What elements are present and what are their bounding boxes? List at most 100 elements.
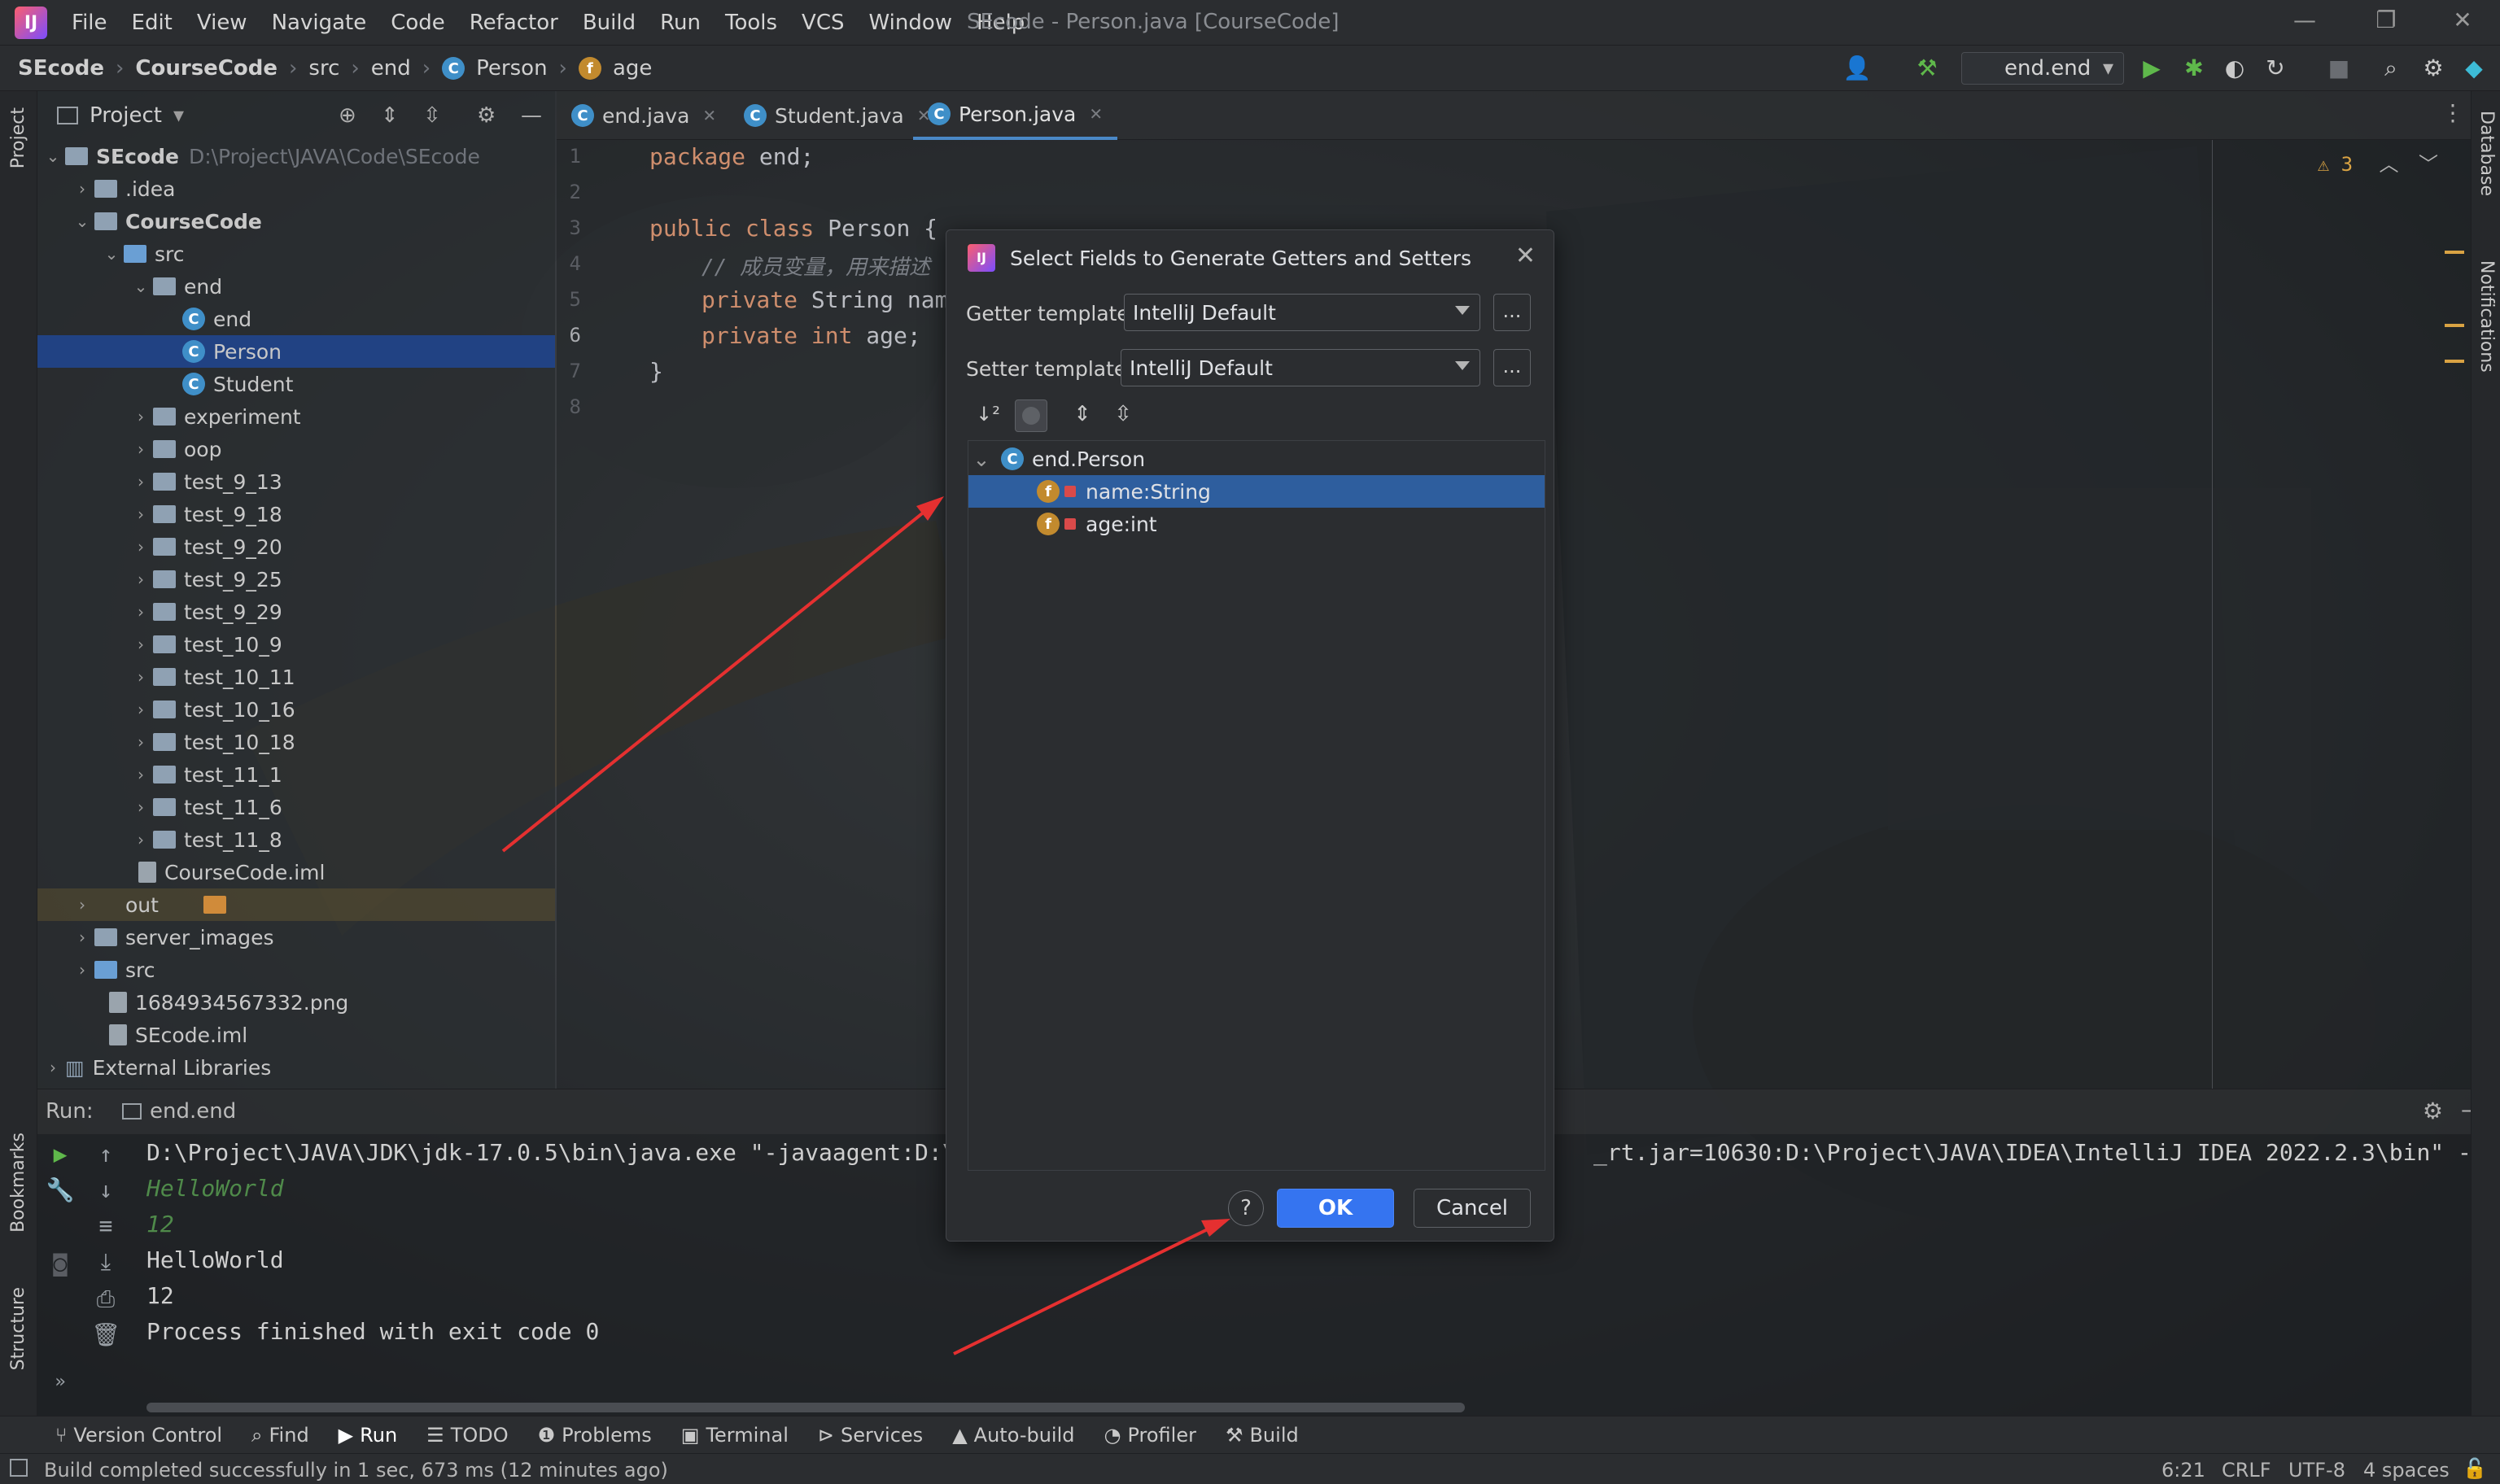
up-arrow-icon[interactable]: ↑ (88, 1141, 124, 1173)
cancel-button[interactable]: Cancel (1414, 1189, 1531, 1228)
menu-view[interactable]: View (197, 11, 247, 35)
toolbox-icon[interactable]: ◆ (2459, 54, 2489, 83)
gear-icon[interactable]: ⚙ (477, 103, 496, 128)
breadcrumb-src[interactable]: src (308, 56, 339, 81)
expand-more-icon[interactable]: » (42, 1372, 78, 1404)
run-configuration-select[interactable]: end.end ▾ (1961, 52, 2124, 85)
tree-node-package[interactable]: › test_10_9 (37, 628, 555, 661)
tree-node-out[interactable]: › out (37, 888, 555, 921)
print-icon[interactable]: ⎙ (88, 1285, 124, 1318)
warning-stripe[interactable] (2445, 360, 2464, 363)
caret-position[interactable]: 6:21 (2161, 1459, 2205, 1482)
auto-build-tool-button[interactable]: ▲ Auto-build (952, 1424, 1074, 1447)
tree-node-src[interactable]: ⌄ src (37, 238, 555, 270)
breadcrumb-package[interactable]: end (371, 56, 411, 81)
tree-node-package[interactable]: › test_10_16 (37, 693, 555, 726)
indent-setting[interactable]: 4 spaces (2363, 1459, 2450, 1482)
tree-node-student-class[interactable]: C Student (37, 368, 555, 400)
tree-node-end-class[interactable]: Cend (37, 303, 555, 335)
user-icon[interactable]: 👤 (1842, 54, 1872, 83)
field-age-item[interactable]: f age:int (968, 508, 1545, 540)
getter-template-select[interactable]: IntelliJ Default (1124, 294, 1480, 331)
horizontal-scrollbar[interactable] (146, 1403, 1465, 1412)
build-hammer-icon[interactable]: ⚒ (1912, 54, 1942, 83)
search-icon[interactable]: ⌕ (2376, 54, 2406, 83)
menu-run[interactable]: Run (660, 11, 701, 35)
tree-node-person-class[interactable]: C Person (37, 335, 555, 368)
breadcrumb-module[interactable]: CourseCode (135, 56, 278, 81)
structure-tool-button[interactable]: Structure (8, 1287, 28, 1370)
close-icon[interactable]: ✕ (1515, 242, 1536, 270)
tree-node-coursecode[interactable]: ⌄ CourseCode (37, 205, 555, 238)
profiler-tool-button[interactable]: ◔ Profiler (1104, 1424, 1196, 1447)
problems-tool-button[interactable]: ❶ Problems (538, 1424, 652, 1447)
more-tabs-icon[interactable]: ⋮ (2441, 99, 2464, 126)
close-tab-icon[interactable]: ✕ (1089, 104, 1103, 124)
todo-tool-button[interactable]: ☰ TODO (426, 1424, 508, 1447)
tree-node-iml-file[interactable]: CourseCode.iml (37, 856, 555, 888)
tab-end-java[interactable]: Cend.java ✕ (557, 91, 731, 140)
help-button[interactable]: ? (1228, 1190, 1264, 1226)
restore-icon[interactable]: ❐ (2368, 7, 2404, 39)
menu-edit[interactable]: Edit (132, 11, 173, 35)
tree-node-package[interactable]: › test_9_20 (37, 530, 555, 563)
settings-gear-icon[interactable]: ⚙ (2419, 54, 2448, 83)
warnings-indicator[interactable]: ⚠ 3 ︿ ﹀ (2318, 148, 2438, 177)
breadcrumb-project[interactable]: SEcode (18, 56, 104, 81)
close-tab-icon[interactable]: ✕ (702, 106, 716, 125)
minimize-icon[interactable]: — (2287, 7, 2323, 39)
breadcrumb-class[interactable]: Person (476, 56, 547, 81)
stop-icon[interactable]: ■ (2324, 54, 2354, 83)
setter-template-select[interactable]: IntelliJ Default (1121, 349, 1480, 386)
setter-template-edit-button[interactable]: ... (1493, 349, 1531, 386)
tree-node-package[interactable]: › test_11_8 (37, 823, 555, 856)
run-icon[interactable]: ▶ (2137, 54, 2166, 83)
tree-node-iml-file[interactable]: SEcode.iml (37, 1019, 555, 1051)
sort-alphabetically-icon[interactable]: ↓² (974, 398, 1002, 430)
tree-node-png-file[interactable]: 1684934567332.png (37, 986, 555, 1019)
database-tool-button[interactable]: Database (2476, 111, 2497, 196)
run-tool-button[interactable]: ▶ Run (339, 1424, 398, 1447)
warning-stripe[interactable] (2445, 251, 2464, 254)
tree-node-package[interactable]: › test_10_18 (37, 726, 555, 758)
collapse-all-icon[interactable]: ⇳ (1109, 398, 1137, 430)
tree-node-server-images[interactable]: › server_images (37, 921, 555, 954)
file-encoding[interactable]: UTF-8 (2288, 1459, 2345, 1482)
soft-wrap-icon[interactable]: ≡ (88, 1212, 124, 1245)
locate-icon[interactable]: ⊕ (339, 103, 356, 128)
tree-node-package[interactable]: › experiment (37, 400, 555, 433)
tree-node-src-root[interactable]: › src (37, 954, 555, 986)
menu-build[interactable]: Build (583, 11, 636, 35)
menu-window[interactable]: Window (869, 11, 953, 35)
clear-trash-icon[interactable]: 🗑 (88, 1321, 124, 1354)
hide-panel-icon[interactable]: — (521, 103, 542, 128)
tree-node-end-package[interactable]: ⌄ end (37, 270, 555, 303)
tree-node-root[interactable]: ⌄ SEcode D:\Project\JAVA\Code\SEcode (37, 140, 555, 172)
menu-tools[interactable]: Tools (725, 11, 777, 35)
ok-button[interactable]: OK (1277, 1189, 1394, 1228)
notifications-tool-button[interactable]: Notifications (2476, 260, 2497, 373)
tree-node-package[interactable]: › test_11_1 (37, 758, 555, 791)
collapse-all-icon[interactable]: ⇳ (423, 103, 441, 128)
version-control-tool-button[interactable]: ⑂ Version Control (55, 1424, 222, 1447)
next-highlight-icon[interactable]: ﹀ (2419, 153, 2438, 176)
tree-node-package[interactable]: › test_9_25 (37, 563, 555, 596)
status-panel-icon[interactable] (10, 1459, 28, 1477)
field-name-item[interactable]: f name:String (968, 475, 1545, 508)
close-window-icon[interactable]: ✕ (2445, 7, 2480, 39)
find-tool-button[interactable]: ⌕ Find (251, 1424, 309, 1447)
profile-icon[interactable]: ↻ (2261, 54, 2290, 83)
tree-node-package[interactable]: › test_10_11 (37, 661, 555, 693)
project-tool-button[interactable]: Project (8, 107, 28, 168)
project-view-select[interactable]: Project (90, 103, 162, 128)
getter-template-edit-button[interactable]: ... (1493, 294, 1531, 331)
services-tool-button[interactable]: ⊳ Services (818, 1424, 923, 1447)
terminal-tool-button[interactable]: ▣ Terminal (681, 1424, 789, 1447)
line-separator[interactable]: CRLF (2222, 1459, 2271, 1482)
bookmarks-tool-button[interactable]: Bookmarks (8, 1133, 28, 1233)
menu-code[interactable]: Code (391, 11, 445, 35)
run-settings-gear-icon[interactable]: ⚙ (2423, 1098, 2443, 1124)
tab-person-java[interactable]: C Person.java ✕ (913, 91, 1118, 140)
previous-highlight-icon[interactable]: ︿ (2380, 153, 2399, 176)
status-message[interactable]: Build completed successfully in 1 sec, 6… (44, 1459, 668, 1482)
